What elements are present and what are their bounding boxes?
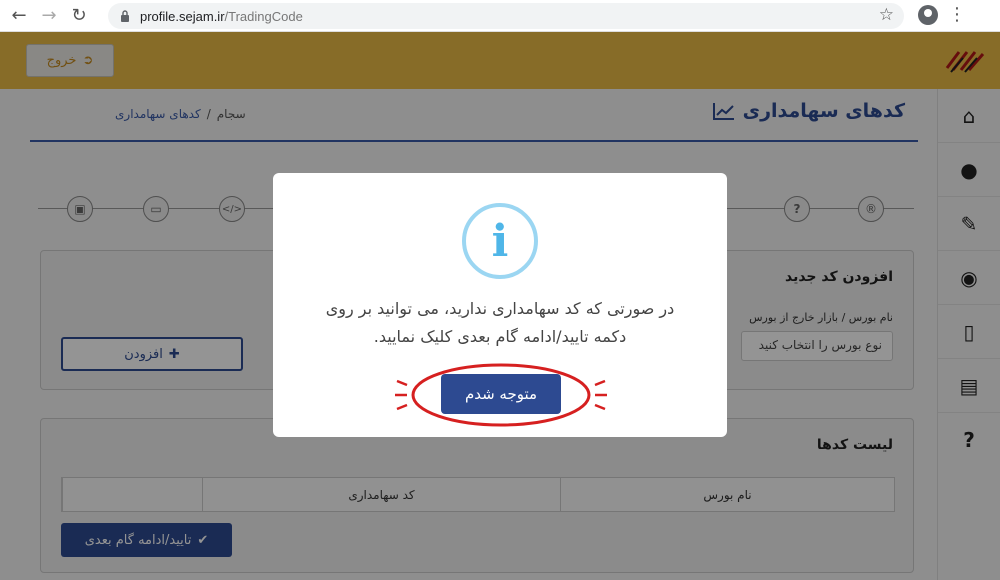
profile-icon[interactable]: [918, 5, 938, 25]
highlight-annotation: [395, 363, 607, 427]
forward-icon[interactable]: →: [34, 1, 64, 31]
back-icon[interactable]: ←: [4, 1, 34, 31]
lock-icon: [121, 10, 129, 22]
modal-message-line2: دکمه تایید/ادامه گام بعدی کلیک نمایید.: [373, 327, 627, 346]
reload-icon[interactable]: ↻: [64, 1, 94, 31]
url-host: profile.sejam.ir: [140, 8, 225, 24]
more-menu-icon[interactable]: ⋮: [948, 4, 966, 25]
info-icon: i: [462, 203, 538, 279]
bookmark-star-icon[interactable]: ☆: [879, 5, 894, 25]
modal-message: در صورتی که کد سهامداری ندارید، می توانی…: [303, 295, 697, 351]
modal-message-line1: در صورتی که کد سهامداری ندارید، می توانی…: [325, 299, 675, 318]
address-bar[interactable]: profile.sejam.ir/TradingCode ☆: [108, 3, 904, 29]
url-path: /TradingCode: [224, 8, 303, 24]
browser-toolbar: ← → ↻ profile.sejam.ir/TradingCode ☆ ⋮: [0, 0, 1000, 32]
